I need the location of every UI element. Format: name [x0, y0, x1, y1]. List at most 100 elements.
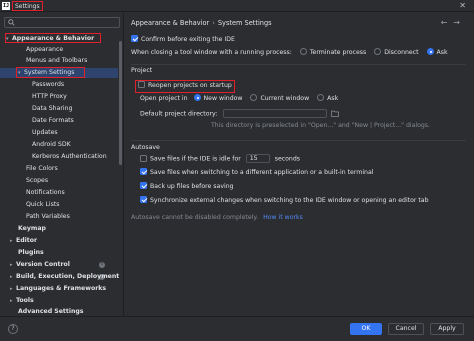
sidebar-item-data-sharing[interactable]: Data Sharing: [32, 104, 73, 114]
idle-seconds-input[interactable]: 15: [245, 154, 270, 163]
sidebar-item-editor[interactable]: ▸ Editor: [10, 236, 37, 246]
forward-arrow-icon[interactable]: →: [453, 18, 466, 27]
sidebar-item-system-settings[interactable]: ▾ System Settings: [0, 67, 118, 78]
sidebar-item-tools[interactable]: ▸ Tools: [10, 296, 34, 306]
sidebar-item-date-formats[interactable]: Date Formats: [32, 116, 74, 126]
navigation-arrows: ←→: [441, 18, 466, 27]
settings-sidebar: ▾ Appearance & Behavior Appearance Menus …: [0, 13, 124, 316]
sidebar-scroll-thumb[interactable]: [119, 41, 122, 165]
radio-disconnect-label: Disconnect: [384, 49, 419, 56]
sidebar-item-label: System Settings: [24, 69, 75, 76]
reopen-projects-checkbox[interactable]: [138, 81, 145, 88]
radio-terminate-label: Terminate process: [309, 49, 367, 56]
sidebar-item-appearance[interactable]: Appearance: [26, 45, 63, 55]
sidebar-item-label: Build, Execution, Deployment: [16, 273, 120, 280]
close-icon[interactable]: ✕: [459, 1, 466, 10]
sidebar-item-scopes[interactable]: Scopes: [26, 176, 48, 186]
breadcrumb-parent[interactable]: Appearance & Behavior: [131, 19, 209, 27]
open-project-in-label: Open project in: [140, 95, 188, 102]
plugins-info-icon: i: [99, 262, 105, 268]
project-section-title: Project: [131, 67, 153, 74]
save-on-idle-checkbox[interactable]: [140, 154, 147, 162]
sidebar-item-http-proxy[interactable]: HTTP Proxy: [32, 92, 67, 102]
apply-button[interactable]: Apply: [430, 323, 464, 335]
idle-seconds-unit: seconds: [274, 155, 301, 163]
sync-checkbox[interactable]: [140, 196, 147, 203]
folder-icon[interactable]: [331, 110, 340, 117]
breadcrumb-current: System Settings: [217, 19, 272, 27]
backup-checkbox[interactable]: [140, 182, 147, 189]
open-project-in-row: Open project in New window Current windo…: [140, 94, 338, 104]
sidebar-item-path-variables[interactable]: Path Variables: [26, 212, 70, 222]
settings-content: Appearance & Behavior › System Settings ←→…: [125, 13, 474, 316]
radio-current-window-button[interactable]: [250, 94, 258, 101]
save-on-switch-checkbox[interactable]: [140, 168, 147, 175]
divider: [131, 64, 466, 65]
save-on-idle-label: Save files if the IDE is idle for: [150, 155, 241, 163]
sidebar-item-appearance-behavior[interactable]: ▾ Appearance & Behavior: [5, 33, 101, 43]
backup-label: Back up files before saving: [150, 183, 234, 190]
sidebar-item-label: Version Control: [16, 261, 70, 268]
radio-open-ask-label: Ask: [327, 95, 339, 102]
breadcrumb-separator: ›: [212, 19, 215, 27]
confirm-exit-label: Confirm before exiting the IDE: [141, 36, 235, 43]
radio-new-window-label: New window: [203, 95, 243, 102]
default-directory-label: Default project directory:: [140, 110, 218, 118]
sidebar-scrollbar[interactable]: [119, 41, 123, 311]
search-icon: [8, 19, 15, 26]
sidebar-item-languages[interactable]: ▸ Languages & Frameworks: [10, 284, 106, 294]
sidebar-item-android-sdk[interactable]: Android SDK: [32, 140, 71, 150]
sidebar-item-quick-lists[interactable]: Quick Lists: [26, 200, 60, 210]
radio-new-window-button[interactable]: [193, 94, 201, 101]
sidebar-item-label: Appearance & Behavior: [12, 35, 95, 42]
reopen-projects-label: Reopen projects on startup: [148, 82, 232, 89]
radio-terminate[interactable]: Terminate process: [299, 48, 367, 56]
how-it-works-link[interactable]: How it works: [263, 214, 303, 221]
confirm-exit-checkbox[interactable]: [131, 35, 138, 42]
sidebar-item-passwords[interactable]: Passwords: [32, 80, 64, 90]
sidebar-item-plugins[interactable]: Plugins: [18, 248, 44, 258]
radio-disconnect-button[interactable]: [374, 48, 382, 55]
sidebar-item-updates[interactable]: Updates: [32, 128, 58, 138]
sidebar-item-notifications[interactable]: Notifications: [26, 188, 65, 198]
sidebar-item-menus-toolbars[interactable]: Menus and Toolbars: [26, 56, 87, 66]
default-directory-input[interactable]: [223, 109, 328, 118]
autosave-note: Autosave cannot be disabled completely.: [131, 214, 259, 221]
radio-new-window[interactable]: New window: [193, 94, 243, 102]
sidebar-item-build[interactable]: ▸ Build, Execution, Deployment: [10, 272, 119, 282]
radio-open-ask[interactable]: Ask: [317, 94, 339, 102]
backup-option[interactable]: Back up files before saving: [140, 182, 234, 192]
save-on-idle-option: Save files if the IDE is idle for 15 sec…: [140, 154, 300, 164]
breadcrumb: Appearance & Behavior › System Settings: [131, 19, 272, 27]
default-directory-hint: This directory is preselected in "Open..…: [211, 122, 430, 129]
radio-current-window[interactable]: Current window: [250, 94, 309, 102]
sidebar-item-kerberos[interactable]: Kerberos Authentication: [32, 152, 107, 162]
sidebar-item-label: Languages & Frameworks: [16, 285, 107, 292]
radio-ask[interactable]: Ask: [426, 48, 448, 56]
confirm-exit-option[interactable]: Confirm before exiting the IDE: [131, 35, 235, 45]
cancel-button[interactable]: Cancel: [388, 323, 424, 335]
sidebar-item-label: Editor: [16, 237, 38, 244]
radio-disconnect[interactable]: Disconnect: [374, 48, 419, 56]
sidebar-item-version-control[interactable]: ▸ Version Control: [10, 260, 70, 270]
sidebar-item-label: Tools: [16, 297, 34, 304]
autosave-note-row: Autosave cannot be disabled completely. …: [131, 213, 303, 223]
sync-option[interactable]: Synchronize external changes when switch…: [140, 196, 429, 206]
reopen-projects-option[interactable]: Reopen projects on startup: [135, 80, 235, 93]
closing-tool-window-label: When closing a tool window with a runnin…: [131, 49, 292, 56]
divider: [131, 140, 466, 141]
default-directory-row: Default project directory:: [140, 109, 340, 119]
search-input[interactable]: [4, 17, 120, 28]
closing-tool-window-row: When closing a tool window with a runnin…: [131, 48, 448, 58]
autosave-section-title: Autosave: [131, 144, 160, 151]
back-arrow-icon[interactable]: ←: [441, 18, 454, 27]
radio-open-ask-button[interactable]: [317, 94, 325, 101]
radio-terminate-button[interactable]: [299, 48, 307, 55]
ok-button[interactable]: OK: [350, 323, 382, 335]
radio-ask-button[interactable]: [426, 48, 434, 55]
save-on-switch-option[interactable]: Save files when switching to a different…: [140, 168, 373, 178]
sidebar-item-file-colors[interactable]: File Colors: [26, 164, 58, 174]
dialog-footer: ? OK Cancel Apply: [0, 316, 474, 341]
sidebar-item-keymap[interactable]: Keymap: [18, 224, 46, 234]
help-icon[interactable]: ?: [8, 324, 18, 334]
